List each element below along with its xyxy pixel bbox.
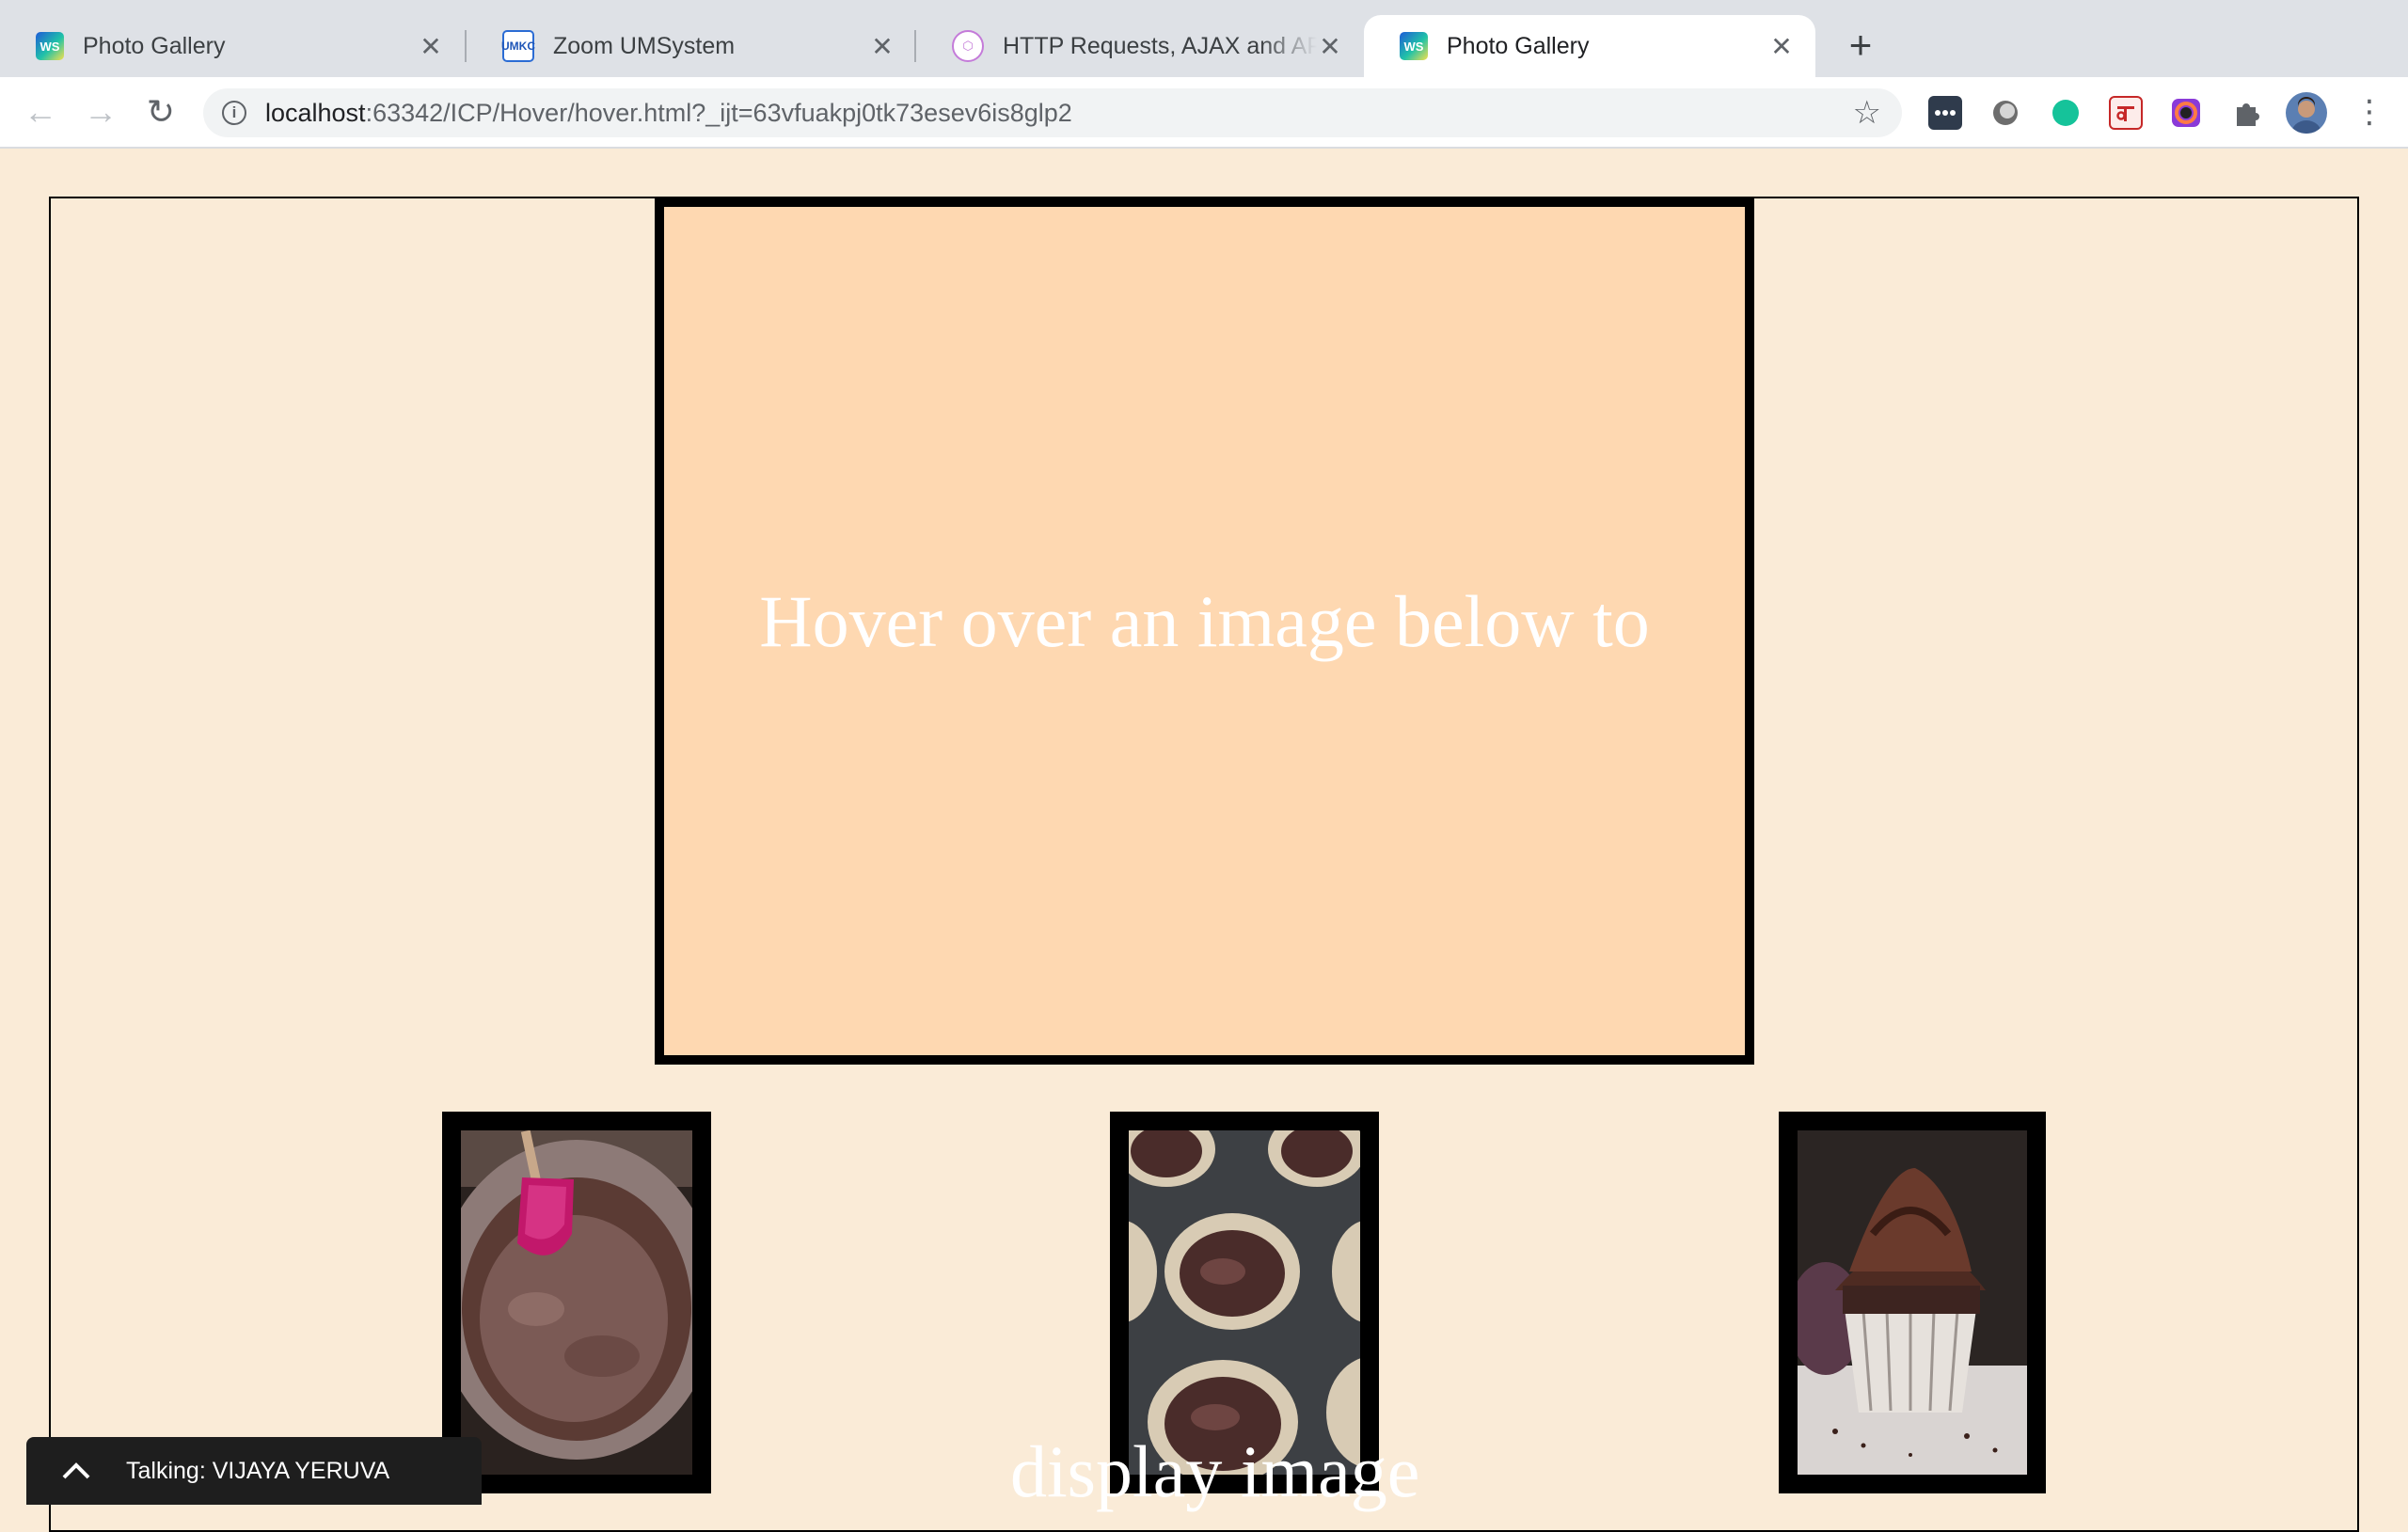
cupcake-tin-image <box>1082 1112 1420 1484</box>
batter-bowl-image <box>436 1129 718 1475</box>
profile-avatar[interactable] <box>2286 92 2327 134</box>
tab-title: Photo Gallery <box>83 32 226 59</box>
url-host: localhost <box>265 98 366 127</box>
info-icon[interactable]: i <box>222 101 246 125</box>
browser-menu-button[interactable]: ⋮ <box>2348 90 2391 134</box>
color-ring-icon[interactable] <box>2169 96 2203 130</box>
browser-tab-strip: WS Photo Gallery ✕ UMKC Zoom UMSystem ✕ … <box>0 0 2408 77</box>
dots-icon[interactable] <box>1928 96 1962 130</box>
tab-title: Zoom UMSystem <box>553 32 736 59</box>
hindi-ka-icon[interactable] <box>2109 96 2143 130</box>
url-text: localhost:63342/ICP/Hover/hover.html?_ij… <box>265 99 1072 128</box>
webstorm-icon: WS <box>1400 32 1428 60</box>
preview-message: Hover over an image below to <box>759 580 1650 662</box>
frosted-cupcake-image <box>1788 1130 2027 1475</box>
graph-icon: ⬡ <box>952 30 984 62</box>
close-icon[interactable]: ✕ <box>1317 31 1343 62</box>
preview-image-box: Hover over an image below to <box>655 197 1754 1065</box>
talking-label: Talking: VIJAYA YERUVA <box>126 1457 390 1484</box>
thumbnail-frosted-cupcake[interactable] <box>1779 1112 2046 1493</box>
browser-toolbar: ← → ↻ i localhost:63342/ICP/Hover/hover.… <box>0 77 2408 149</box>
zoom-talking-bar[interactable]: Talking: VIJAYA YERUVA <box>26 1437 482 1505</box>
chevron-up-icon[interactable] <box>60 1455 92 1487</box>
umkc-icon: UMKC <box>501 30 535 62</box>
tab-http-requests[interactable]: ⬡ HTTP Requests, AJAX and API ✕ <box>916 15 1364 77</box>
close-icon[interactable]: ✕ <box>418 31 444 62</box>
circle-icon[interactable] <box>1988 96 2022 130</box>
tab-zoom-umsystem[interactable]: UMKC Zoom UMSystem ✕ <box>467 15 916 77</box>
close-icon[interactable]: ✕ <box>869 31 895 62</box>
tab-title: Photo Gallery <box>1447 32 1590 59</box>
grammarly-icon[interactable] <box>2049 96 2083 130</box>
address-bar[interactable]: i localhost:63342/ICP/Hover/hover.html?_… <box>203 88 1902 137</box>
webstorm-icon: WS <box>36 32 64 60</box>
reload-button[interactable]: ↻ <box>139 90 182 134</box>
puzzle-icon[interactable] <box>2229 96 2263 130</box>
thumbnail-caption-overlay: display image <box>1010 1430 1420 1512</box>
tab-photo-gallery-active[interactable]: WS Photo Gallery ✕ <box>1364 15 1815 77</box>
tab-photo-gallery-1[interactable]: WS Photo Gallery ✕ <box>0 15 465 77</box>
back-button[interactable]: ← <box>19 90 62 134</box>
tab-title: HTTP Requests, AJAX and API <box>1003 32 1317 59</box>
new-tab-button[interactable]: + <box>1836 21 1885 70</box>
bookmark-star-icon[interactable]: ☆ <box>1853 94 1881 132</box>
url-path: :63342/ICP/Hover/hover.html?_ijt=63vfuak… <box>365 98 1072 127</box>
thumbnail-batter-bowl[interactable] <box>436 1112 718 1493</box>
close-icon[interactable]: ✕ <box>1768 31 1795 62</box>
forward-button[interactable]: → <box>79 90 122 134</box>
